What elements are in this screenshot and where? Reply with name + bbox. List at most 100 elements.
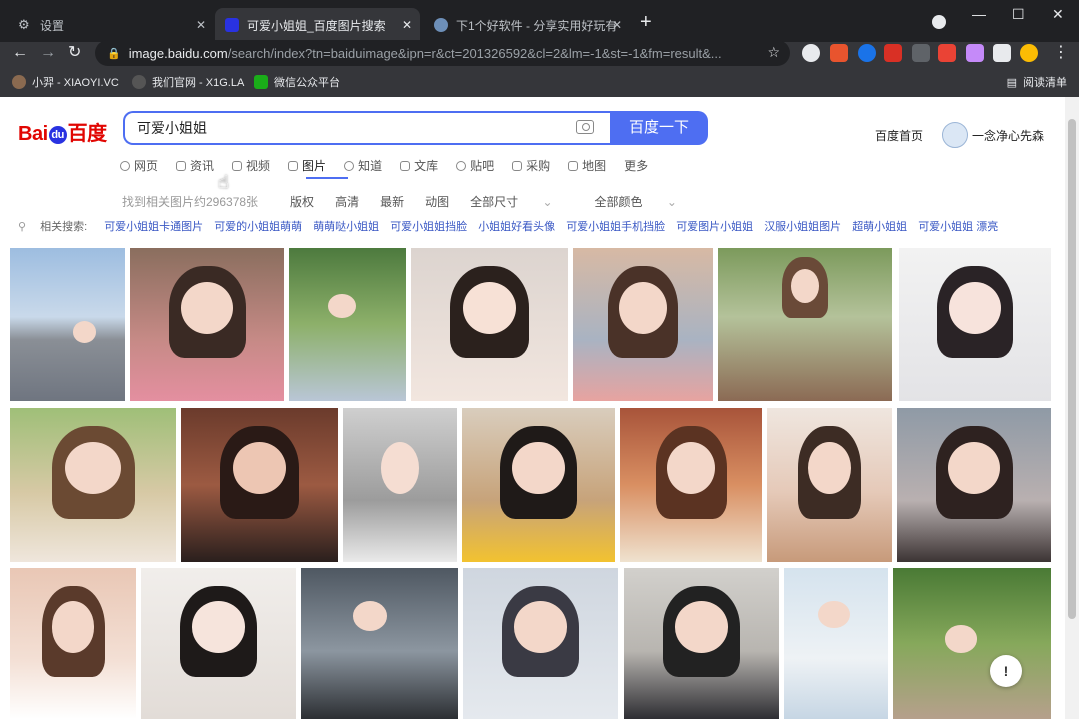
forward-icon[interactable]: →	[40, 42, 56, 64]
related-link[interactable]: 汉服小姐姐图片	[764, 218, 841, 234]
tab-webpage[interactable]: 网页	[120, 157, 158, 174]
related-link[interactable]: 可爱小姐姐卡通图片	[104, 218, 203, 234]
related-link[interactable]: 萌萌哒小姐姐	[313, 218, 379, 234]
tab-label: 图片	[302, 159, 327, 173]
menu-icon[interactable]: ⋮	[1053, 42, 1069, 64]
tab-label: 采购	[526, 159, 551, 173]
image-result[interactable]	[10, 408, 176, 562]
image-result[interactable]	[289, 248, 406, 401]
extension-icon[interactable]	[802, 44, 820, 62]
related-link[interactable]: 可爱的小姐姐萌萌	[214, 218, 302, 234]
tab-video[interactable]: 视频	[232, 157, 270, 174]
tab-more[interactable]: 更多	[624, 157, 648, 174]
tab-zhidao[interactable]: 知道	[344, 157, 382, 174]
video-icon	[232, 160, 243, 171]
tab-baidu-image[interactable]: 可爱小姐姐_百度图片搜索 ✕	[215, 8, 420, 42]
extension-icon[interactable]	[830, 44, 848, 62]
paw-icon	[456, 160, 467, 171]
filter-hd[interactable]: 高清	[335, 193, 359, 210]
bookmarks-bar: 小羿 - XIAOYI.VC 我们官网 - X1G.LA 微信公众平台 ▤ 阅读…	[0, 70, 1079, 94]
tab-wenku[interactable]: 文库	[400, 157, 438, 174]
image-result[interactable]	[411, 248, 568, 401]
bookmark-item[interactable]: 我们官网 - X1G.LA	[132, 74, 244, 90]
filter-copyright[interactable]: 版权	[290, 193, 314, 210]
tab-xia1ge[interactable]: 下1个好软件 - 分享实用好玩有趣 ✕	[424, 8, 630, 42]
image-result[interactable]	[718, 248, 892, 401]
address-bar[interactable]: 🔒 image.baidu.com /search/index?tn=baidu…	[95, 40, 790, 66]
image-result[interactable]	[897, 408, 1051, 562]
tab-label: 更多	[624, 159, 649, 173]
close-tab-icon[interactable]: ✕	[402, 18, 412, 32]
close-window-icon[interactable]: ✕	[1052, 6, 1064, 23]
extension-icon[interactable]	[858, 44, 876, 62]
image-result[interactable]	[893, 568, 1051, 719]
tab-label: 视频	[246, 159, 271, 173]
image-result[interactable]	[343, 408, 457, 562]
image-result[interactable]	[899, 248, 1051, 401]
image-result[interactable]	[624, 568, 779, 719]
back-icon[interactable]: ←	[12, 42, 28, 64]
tab-settings[interactable]: ⚙ 设置 ✕	[8, 8, 214, 42]
photo-subject	[512, 441, 565, 495]
document-icon	[400, 160, 411, 171]
extension-icon[interactable]	[966, 44, 984, 62]
image-result[interactable]	[301, 568, 458, 719]
close-tab-icon[interactable]: ✕	[196, 18, 206, 32]
feedback-button[interactable]: !	[990, 655, 1022, 687]
search-button[interactable]: 百度一下	[610, 111, 708, 145]
reload-icon[interactable]: ↻	[68, 42, 81, 64]
username[interactable]: 一念净心先森	[972, 127, 1044, 144]
image-result[interactable]	[181, 408, 338, 562]
camera-search-icon[interactable]	[576, 120, 594, 134]
bookmark-favicon-icon	[254, 75, 268, 89]
image-result[interactable]	[784, 568, 888, 719]
tab-tieba[interactable]: 贴吧	[456, 157, 494, 174]
image-result[interactable]	[130, 248, 284, 401]
user-avatar[interactable]	[942, 122, 968, 148]
extension-icon[interactable]	[912, 44, 930, 62]
filter-size-dropdown[interactable]: 全部尺寸 ⌄	[470, 193, 573, 210]
related-link[interactable]: 可爱图片小姐姐	[676, 218, 753, 234]
extension-icon[interactable]	[884, 44, 902, 62]
minimize-icon[interactable]: —	[972, 6, 986, 22]
bookmark-item[interactable]: 微信公众平台	[254, 74, 340, 90]
related-link[interactable]: 小姐姐好看头像	[478, 218, 555, 234]
related-link[interactable]: 可爱小姐姐挡脸	[390, 218, 467, 234]
filter-animated[interactable]: 动图	[425, 193, 449, 210]
scrollbar[interactable]	[1065, 97, 1079, 719]
image-result[interactable]	[141, 568, 296, 719]
tab-search-icon[interactable]	[932, 15, 946, 29]
image-result[interactable]	[573, 248, 713, 401]
reading-list-button[interactable]: ▤ 阅读清单	[1007, 74, 1067, 90]
image-result[interactable]	[463, 568, 618, 719]
tab-images[interactable]: 图片	[288, 157, 326, 174]
new-tab-button[interactable]: +	[640, 12, 652, 32]
filter-latest[interactable]: 最新	[380, 193, 404, 210]
related-link[interactable]: 超萌小姐姐	[852, 218, 907, 234]
image-result[interactable]	[620, 408, 762, 562]
extension-icon[interactable]	[938, 44, 956, 62]
scrollbar-thumb[interactable]	[1068, 119, 1076, 619]
image-result[interactable]	[767, 408, 892, 562]
related-link[interactable]: 可爱小姐姐手机挡脸	[566, 218, 665, 234]
tab-purchase[interactable]: 采购	[512, 157, 550, 174]
puzzle-icon[interactable]	[993, 44, 1011, 62]
profile-avatar[interactable]	[1020, 44, 1038, 62]
image-result[interactable]	[10, 568, 136, 719]
image-result[interactable]	[10, 248, 125, 401]
bookmark-star-icon[interactable]: ☆	[767, 44, 780, 61]
baidu-logo[interactable]: Bai du 百度	[18, 117, 107, 146]
filter-color-dropdown[interactable]: 全部颜色 ⌄	[595, 193, 698, 210]
search-type-tabs: 网页 资讯 视频 图片 知道 文库 贴吧 采购 地图 更多	[120, 157, 666, 174]
image-result[interactable]	[462, 408, 615, 562]
baidu-home-link[interactable]: 百度首页	[875, 127, 923, 144]
tab-news[interactable]: 资讯	[176, 157, 214, 174]
search-input[interactable]: 可爱小姐姐	[123, 111, 610, 145]
tab-label: 贴吧	[470, 159, 495, 173]
bookmark-item[interactable]: 小羿 - XIAOYI.VC	[12, 74, 119, 90]
close-tab-icon[interactable]: ✕	[612, 18, 622, 32]
maximize-icon[interactable]: ☐	[1012, 6, 1025, 23]
related-link[interactable]: 可爱小姐姐 漂亮	[918, 218, 998, 234]
photo-subject	[675, 601, 728, 653]
tab-map[interactable]: 地图	[568, 157, 606, 174]
